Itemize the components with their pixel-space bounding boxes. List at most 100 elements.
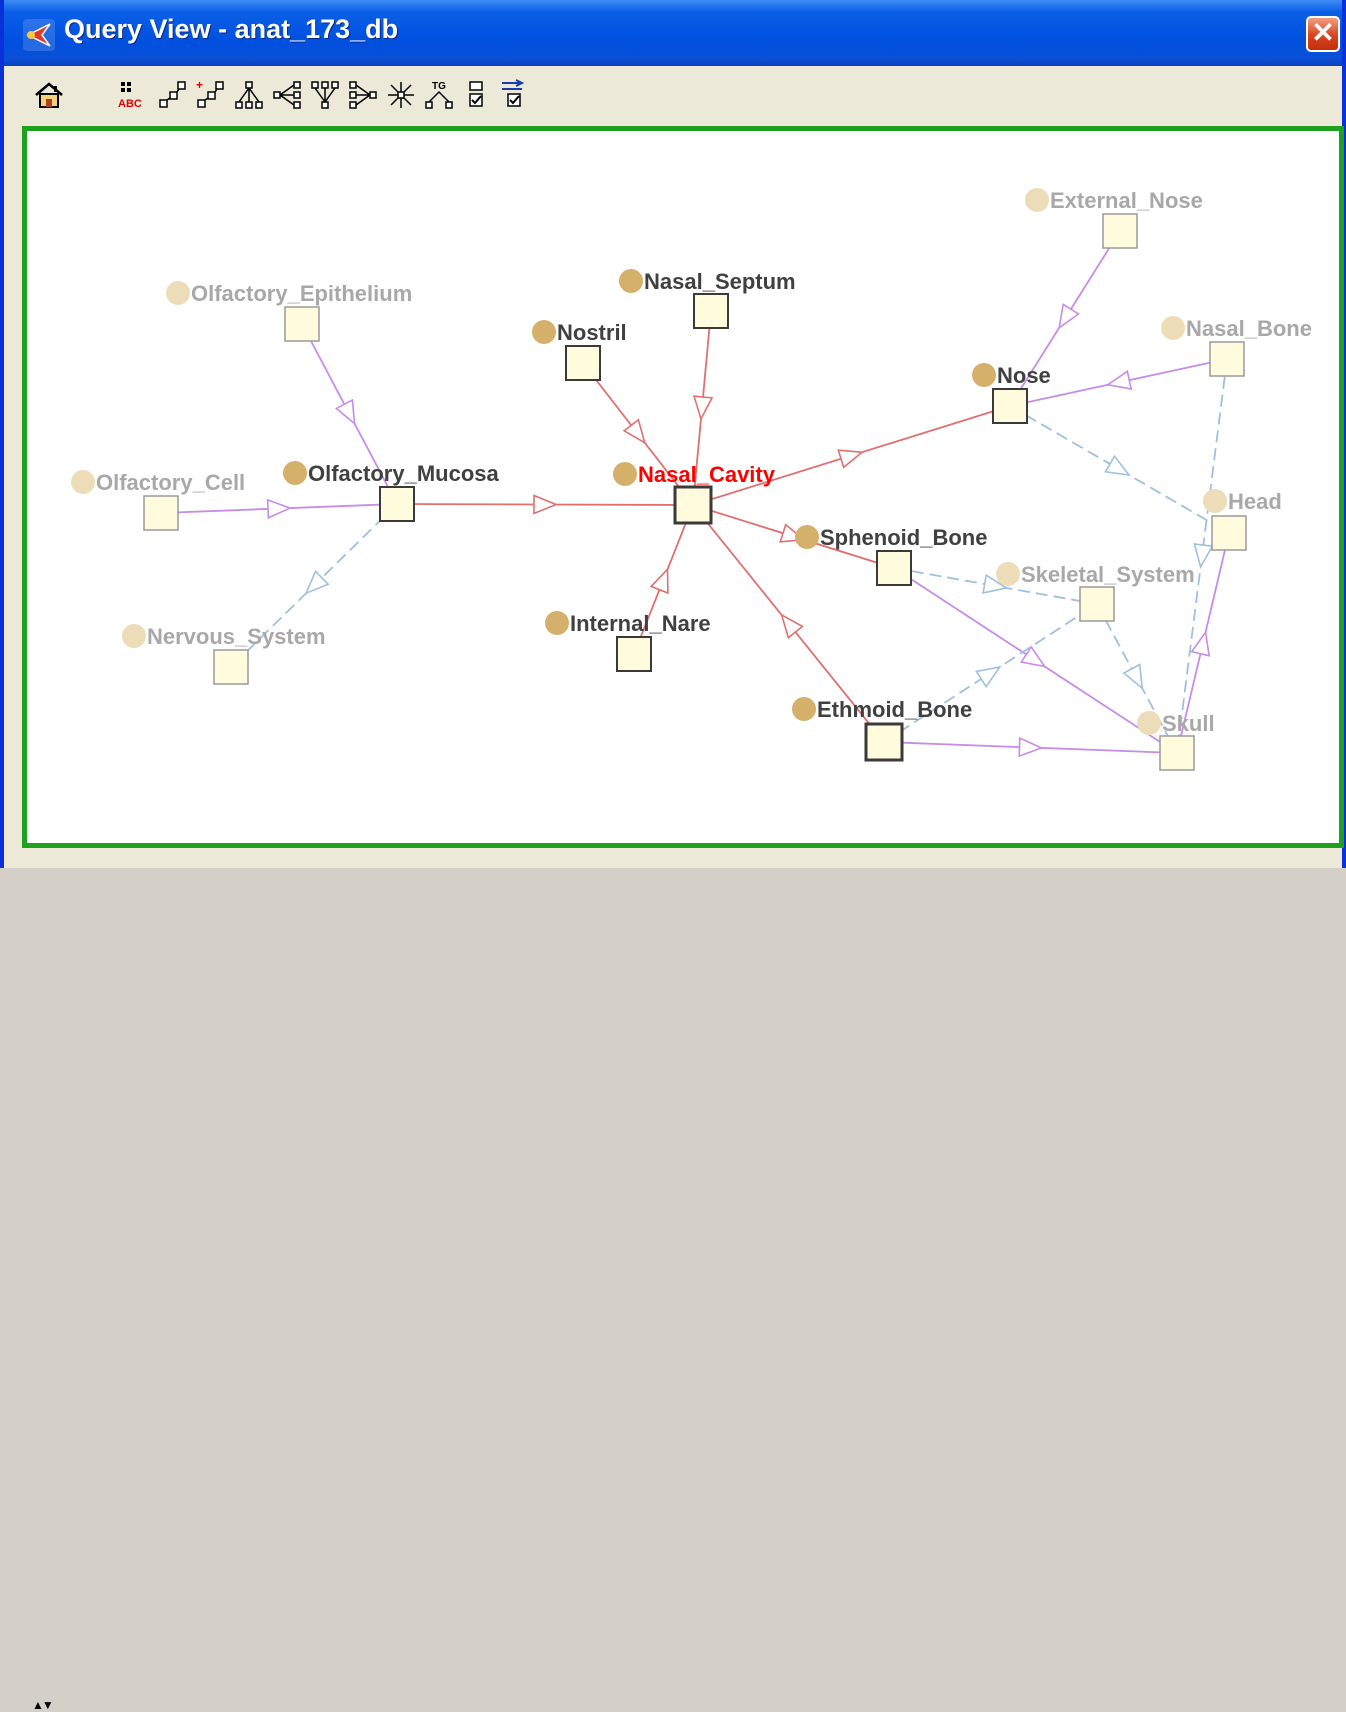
node-label[interactable]: Nostril bbox=[557, 320, 627, 345]
edge-olfactory_mucosa-to-nasal_cavity bbox=[396, 494, 694, 515]
edge-ethmoid_bone-to-skull bbox=[883, 736, 1178, 758]
node-label[interactable]: Head bbox=[1228, 489, 1282, 514]
status-bar: ▲▼ bbox=[4, 848, 1342, 1712]
node-box[interactable] bbox=[565, 345, 601, 381]
add-node-icon[interactable]: + bbox=[194, 78, 228, 112]
node-label[interactable]: Skull bbox=[1162, 711, 1215, 736]
node-box[interactable] bbox=[379, 486, 415, 522]
node-box[interactable] bbox=[864, 722, 904, 762]
edge-arrow-icon bbox=[975, 665, 1002, 688]
node-box[interactable] bbox=[1079, 586, 1115, 622]
toolbar: ABC + TG bbox=[4, 66, 1342, 124]
node-skull[interactable]: Skull bbox=[1137, 711, 1215, 771]
title-bar[interactable]: Query View - anat_173_db ✕ bbox=[4, 0, 1342, 66]
checklist-icon[interactable] bbox=[460, 78, 494, 112]
node-label[interactable]: Olfactory_Epithelium bbox=[191, 281, 412, 306]
edge-arrow-icon bbox=[780, 613, 804, 640]
abc-text: ABC bbox=[118, 98, 142, 110]
node-dot-icon bbox=[71, 470, 95, 494]
tree-left-icon[interactable] bbox=[270, 78, 304, 112]
node-dot-icon bbox=[996, 562, 1020, 586]
radial-layout-icon[interactable] bbox=[384, 78, 418, 112]
node-dot-icon bbox=[619, 269, 643, 293]
node-box[interactable] bbox=[1159, 735, 1195, 771]
node-label[interactable]: Nasal_Cavity bbox=[638, 462, 776, 487]
splitter-arrows-icon[interactable]: ▲▼ bbox=[32, 1698, 54, 1712]
edge-sphenoid_bone-to-skull bbox=[893, 567, 1178, 754]
node-nasal-cavity[interactable]: Nasal_Cavity bbox=[613, 462, 776, 525]
edge-arrow-icon bbox=[1104, 454, 1131, 477]
node-label[interactable]: Olfactory_Mucosa bbox=[308, 461, 499, 486]
node-dot-icon bbox=[122, 624, 146, 648]
node-box[interactable] bbox=[693, 293, 729, 329]
edge-arrow-icon bbox=[1105, 370, 1133, 390]
node-label[interactable]: Nervous_System bbox=[147, 624, 326, 649]
graph-canvas[interactable]: Nasal_Cavity Nasal_Septum Nostril Internal_… bbox=[22, 126, 1344, 848]
node-label[interactable]: Nasal_Septum bbox=[644, 269, 796, 294]
node-sphenoid-bone[interactable]: Sphenoid_Bone bbox=[795, 525, 987, 586]
tg-layout-icon[interactable]: TG bbox=[422, 78, 456, 112]
node-dot-icon bbox=[795, 525, 819, 549]
abc-labels-icon[interactable]: ABC bbox=[116, 78, 150, 112]
node-nasal-septum[interactable]: Nasal_Septum bbox=[619, 269, 796, 329]
node-olfactory-mucosa[interactable]: Olfactory_Mucosa bbox=[283, 461, 499, 522]
node-dot-icon bbox=[283, 461, 307, 485]
tree-right-icon[interactable] bbox=[346, 78, 380, 112]
node-dot-icon bbox=[166, 281, 190, 305]
edge-nasal_bone-to-skull bbox=[1176, 358, 1228, 754]
node-box[interactable] bbox=[284, 306, 320, 342]
node-dot-icon bbox=[1161, 316, 1185, 340]
node-box[interactable] bbox=[616, 636, 652, 672]
node-label[interactable]: Olfactory_Cell bbox=[96, 470, 245, 495]
filter-checklist-icon[interactable] bbox=[498, 78, 532, 112]
node-box[interactable] bbox=[1209, 341, 1245, 377]
node-dot-icon bbox=[972, 363, 996, 387]
node-dot-icon bbox=[792, 697, 816, 721]
edge-nasal_cavity-to-nose bbox=[692, 405, 1011, 506]
node-nostril[interactable]: Nostril bbox=[532, 320, 627, 381]
node-dot-icon bbox=[545, 611, 569, 635]
node-nasal-bone[interactable]: Nasal_Bone bbox=[1161, 316, 1312, 377]
node-dot-icon bbox=[1025, 188, 1049, 212]
edge-arrow-icon bbox=[622, 418, 647, 445]
app-icon bbox=[23, 19, 55, 51]
query-view-window: Query View - anat_173_db ✕ ABC + TG Nasa… bbox=[0, 0, 1346, 1712]
expand-graph-icon[interactable] bbox=[156, 78, 190, 112]
node-box[interactable] bbox=[1211, 515, 1247, 551]
node-label[interactable]: Skeletal_System bbox=[1021, 562, 1195, 587]
node-olfactory-cell[interactable]: Olfactory_Cell bbox=[71, 470, 245, 531]
node-box[interactable] bbox=[213, 649, 249, 685]
node-nervous-system[interactable]: Nervous_System bbox=[122, 624, 326, 685]
tree-down-icon[interactable] bbox=[232, 78, 266, 112]
node-box[interactable] bbox=[992, 388, 1028, 424]
node-external-nose[interactable]: External_Nose bbox=[1025, 188, 1203, 249]
node-box[interactable] bbox=[1102, 213, 1138, 249]
edge-arrow-icon bbox=[1193, 543, 1214, 570]
window-title: Query View - anat_173_db bbox=[64, 14, 399, 44]
node-label[interactable]: Internal_Nare bbox=[570, 611, 711, 636]
node-box[interactable] bbox=[143, 495, 179, 531]
node-head[interactable]: Head bbox=[1203, 489, 1282, 551]
node-label[interactable]: Ethmoid_Bone bbox=[817, 697, 972, 722]
node-box[interactable] bbox=[876, 550, 912, 586]
node-olfactory-epithelium[interactable]: Olfactory_Epithelium bbox=[166, 281, 412, 342]
node-label[interactable]: External_Nose bbox=[1050, 188, 1203, 213]
edge-nose-to-head bbox=[1009, 405, 1230, 534]
edge-arrow-icon bbox=[1058, 303, 1080, 330]
node-label[interactable]: Sphenoid_Bone bbox=[820, 525, 987, 550]
node-ethmoid-bone[interactable]: Ethmoid_Bone bbox=[792, 697, 972, 762]
close-button[interactable]: ✕ bbox=[1306, 16, 1340, 52]
edge-arrow-icon bbox=[334, 398, 356, 426]
node-dot-icon bbox=[1137, 711, 1161, 735]
node-internal-nare[interactable]: Internal_Nare bbox=[545, 611, 711, 672]
edge-arrow-icon bbox=[692, 395, 714, 422]
node-label[interactable]: Nasal_Bone bbox=[1186, 316, 1312, 341]
home-icon[interactable] bbox=[32, 78, 66, 112]
tree-up-icon[interactable] bbox=[308, 78, 342, 112]
edge-arrow-icon bbox=[266, 498, 293, 520]
node-box[interactable] bbox=[673, 485, 713, 525]
edge-arrow-icon bbox=[837, 449, 865, 469]
graph-svg: Nasal_Cavity Nasal_Septum Nostril Internal_… bbox=[71, 188, 1312, 771]
node-label[interactable]: Nose bbox=[997, 363, 1051, 388]
edge-arrow-icon bbox=[649, 567, 669, 595]
